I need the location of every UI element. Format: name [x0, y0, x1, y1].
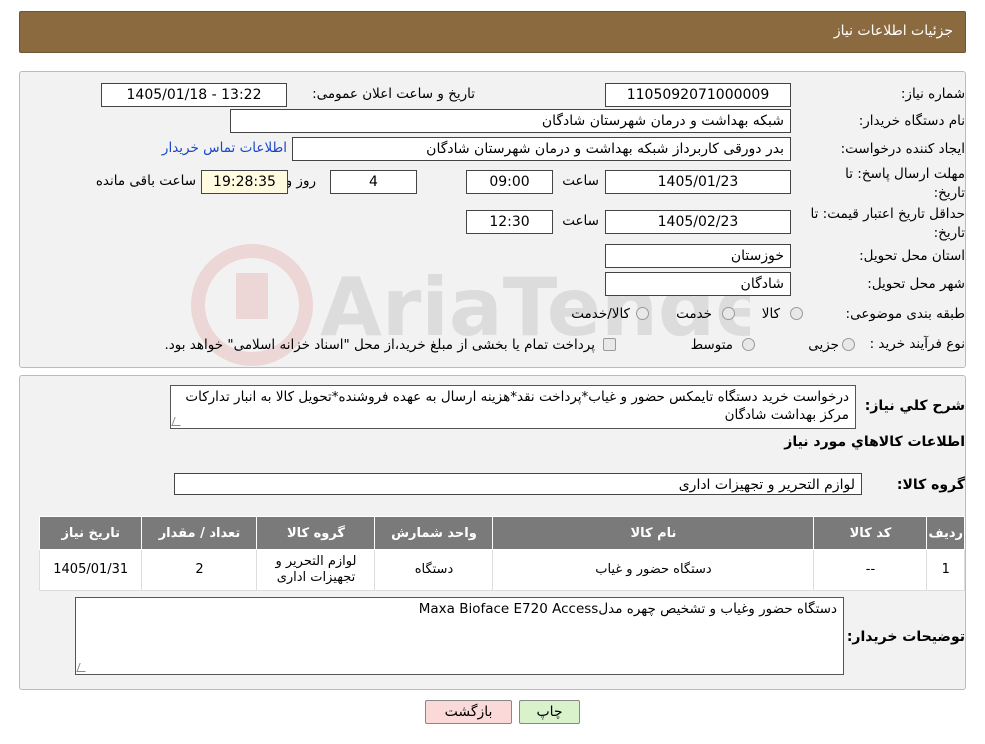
category-radio-goods[interactable]: [790, 307, 803, 320]
city-field: شادگان: [605, 272, 791, 296]
purchase-type-label: نوع فرآیند خرید :: [869, 336, 965, 352]
purchase-option-minor: جزیی: [808, 337, 839, 353]
announce-date-field: 1405/01/18 - 13:22: [101, 83, 287, 107]
resize-handle-icon[interactable]: [171, 417, 184, 426]
category-option-service: خدمت: [676, 306, 712, 322]
purchase-radio-minor[interactable]: [842, 338, 855, 351]
buyer-notes-label: توضیحات خریدار:: [846, 629, 965, 645]
days-field: 4: [330, 170, 417, 194]
goods-group-field: لوازم التحریر و تجهیزات اداری: [174, 473, 862, 495]
back-button[interactable]: بازگشت: [425, 700, 512, 724]
items-table: ردیف کد کالا نام کالا واحد شمارش گروه کا…: [38, 516, 965, 591]
cell-unit: دستگاه: [374, 549, 494, 591]
purchase-radio-medium[interactable]: [742, 338, 755, 351]
city-label: شهر محل تحویل:: [867, 276, 965, 292]
page-title: جزئیات اطلاعات نیاز: [833, 23, 953, 39]
col-header-date: تاریخ نیاز: [38, 516, 143, 550]
creator-label: ایجاد کننده درخواست:: [840, 141, 965, 157]
cell-group: لوازم التحریر و تجهیزات اداری: [256, 549, 376, 591]
cell-date: 1405/01/31: [38, 549, 143, 591]
purchase-note: پرداخت تمام یا بخشی از مبلغ خرید،از محل …: [164, 337, 595, 353]
validity-label: حداقل تاریخ اعتبار قیمت: تا تاریخ:: [811, 205, 965, 243]
col-header-row: ردیف: [926, 516, 965, 550]
days-label: روز و: [285, 173, 316, 189]
buyer-org-field: شبکه بهداشت و درمان شهرستان شادگان: [230, 109, 791, 133]
deadline-label: مهلت ارسال پاسخ: تا تاریخ:: [845, 165, 965, 203]
deadline-time-label: ساعت: [562, 173, 599, 189]
contact-buyer-link[interactable]: اطلاعات تماس خریدار: [162, 140, 287, 156]
print-button[interactable]: چاپ: [519, 700, 580, 724]
category-radio-service[interactable]: [722, 307, 735, 320]
col-header-qty: تعداد / مقدار: [141, 516, 258, 550]
buyer-notes-text: دستگاه حضور وغیاب و تشخیص چهره مدلMaxa B…: [418, 601, 837, 617]
validity-label-line1: حداقل تاریخ اعتبار قیمت: تا: [810, 206, 965, 222]
validity-time-label: ساعت: [562, 213, 599, 229]
col-header-unit: واحد شمارش: [374, 516, 494, 550]
announce-date-label: تاریخ و ساعت اعلان عمومی:: [312, 86, 475, 102]
col-header-code: کد کالا: [813, 516, 928, 550]
items-table-header-row: ردیف کد کالا نام کالا واحد شمارش گروه کا…: [38, 516, 965, 550]
cell-name: دستگاه حضور و غیاب: [492, 549, 815, 591]
category-label: طبقه بندی موضوعی:: [845, 306, 965, 322]
validity-label-line2: تاریخ:: [933, 225, 965, 241]
deadline-label-line2: تاریخ:: [933, 185, 965, 201]
validity-date-field: 1405/02/23: [605, 210, 791, 234]
buyer-org-label: نام دستگاه خریدار:: [858, 113, 965, 129]
category-radio-goods-service[interactable]: [636, 307, 649, 320]
page-header: جزئیات اطلاعات نیاز: [19, 11, 966, 53]
remaining-time-label: ساعت باقی مانده: [95, 173, 196, 189]
need-number-field: 1105092071000009: [605, 83, 791, 107]
table-row: 1 -- دستگاه حضور و غیاب دستگاه لوازم الت…: [38, 549, 965, 591]
goods-group-label: گروه کالا:: [896, 477, 965, 493]
deadline-label-line1: مهلت ارسال پاسخ: تا: [845, 166, 965, 182]
summary-textarea: درخواست خرید دستگاه تایمکس حضور و غیاب*پ…: [170, 385, 856, 429]
summary-label: شرح کلي نياز:: [864, 398, 965, 414]
validity-time-field: 12:30: [466, 210, 553, 234]
category-option-goods: کالا: [761, 306, 780, 322]
province-label: استان محل تحویل:: [859, 248, 965, 264]
province-field: خوزستان: [605, 244, 791, 268]
deadline-date-field: 1405/01/23: [605, 170, 791, 194]
cell-code: --: [813, 549, 928, 591]
cell-qty: 2: [141, 549, 258, 591]
col-header-name: نام کالا: [492, 516, 815, 550]
resize-handle-icon[interactable]: [76, 663, 89, 672]
buyer-notes-textarea: دستگاه حضور وغیاب و تشخیص چهره مدلMaxa B…: [75, 597, 844, 675]
creator-field: بدر دورقی کاربرداز شبکه بهداشت و درمان ش…: [292, 137, 791, 161]
cell-row: 1: [926, 549, 965, 591]
goods-section-title: اطلاعات کالاهاي مورد نياز: [784, 434, 965, 450]
col-header-group: گروه کالا: [256, 516, 376, 550]
purchase-option-medium: متوسط: [690, 337, 733, 353]
remaining-time-field: 19:28:35: [201, 170, 288, 194]
category-option-goods-service: کالا/خدمت: [571, 306, 630, 322]
need-number-label: شماره نیاز:: [900, 86, 965, 102]
deadline-time-field: 09:00: [466, 170, 553, 194]
purchase-checkbox-treasury[interactable]: [603, 338, 616, 351]
summary-text: درخواست خرید دستگاه تایمکس حضور و غیاب*پ…: [185, 389, 849, 423]
